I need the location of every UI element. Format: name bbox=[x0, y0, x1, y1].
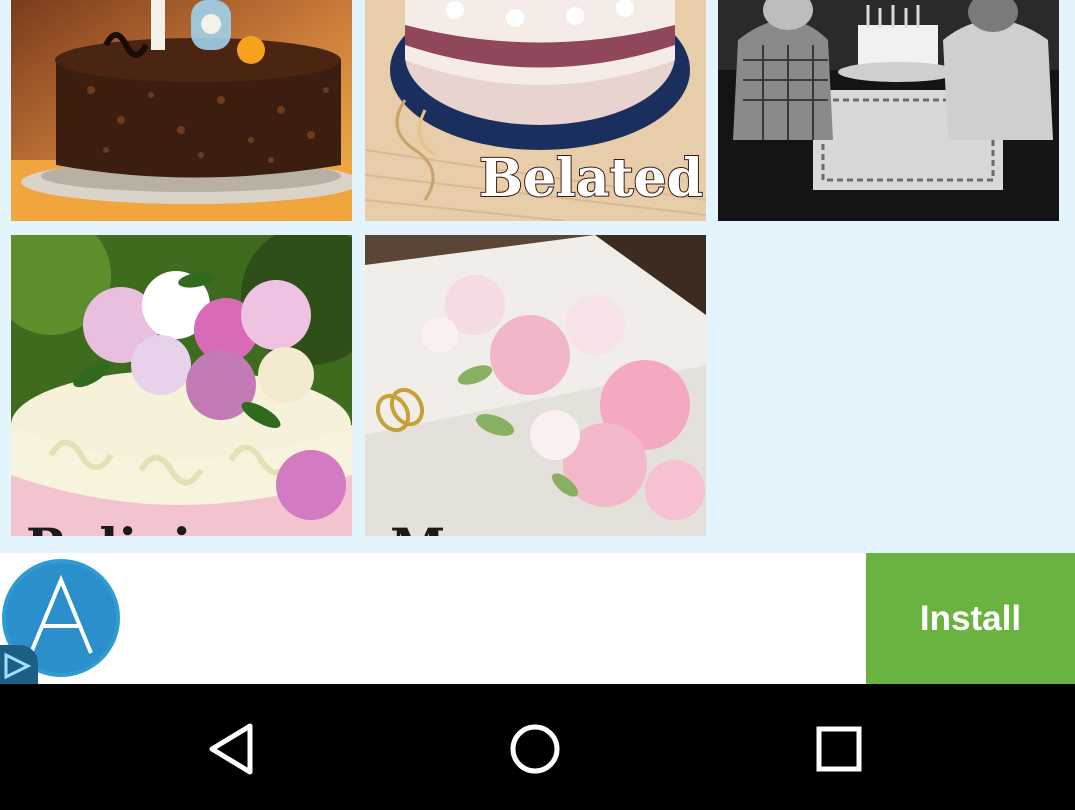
back-icon[interactable] bbox=[198, 714, 268, 784]
wedding-cake-image bbox=[365, 235, 706, 536]
card-tile-religious[interactable]: Religio bbox=[11, 235, 352, 536]
navigation-bar bbox=[0, 684, 1075, 810]
floral-cake-image bbox=[11, 235, 352, 536]
card-grid: Belated bbox=[0, 0, 1075, 552]
tile-caption-marriage: M bbox=[390, 517, 445, 536]
card-tile-belated[interactable]: Belated bbox=[365, 0, 706, 221]
tile-caption-religious: Religio bbox=[26, 517, 225, 536]
install-button[interactable]: Install bbox=[866, 553, 1075, 684]
adchoices-icon[interactable] bbox=[0, 645, 38, 684]
card-tile-kittens[interactable] bbox=[718, 0, 1059, 221]
card-tile-cake-18[interactable] bbox=[11, 0, 352, 221]
ad-banner[interactable]: Install bbox=[0, 553, 1075, 684]
tile-caption-belated: Belated bbox=[478, 147, 704, 210]
kittens-party-image bbox=[718, 0, 1059, 221]
recents-icon[interactable] bbox=[804, 714, 874, 784]
card-tile-marriage[interactable]: M bbox=[365, 235, 706, 536]
home-icon[interactable] bbox=[500, 714, 570, 784]
chocolate-cake-image bbox=[11, 0, 352, 221]
